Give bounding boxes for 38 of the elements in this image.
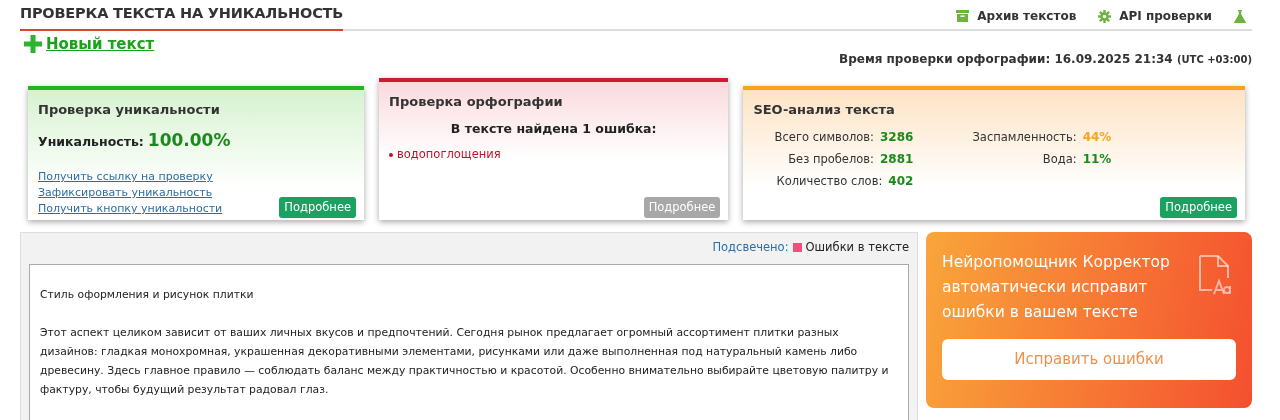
check-time-text: Время проверки орфографии: 16.09.2025 21:34 (UTC +03:00) xyxy=(839,51,1252,68)
gear-icon[interactable] xyxy=(1098,9,1112,23)
uniqueness-link[interactable]: Зафиксировать уникальность xyxy=(38,185,213,201)
page-title: ПРОВЕРКА ТЕКСТА НА УНИКАЛЬНОСТЬ xyxy=(20,0,344,31)
stat-value: 3286 xyxy=(879,128,914,146)
text-editor[interactable] xyxy=(29,264,909,420)
details-button[interactable]: Подробнее xyxy=(1160,196,1237,218)
new-text-link[interactable]: Новый текст xyxy=(46,32,155,55)
stat-label: Без пробелов: xyxy=(788,150,874,168)
card-title: Проверка орфографии xyxy=(389,93,564,111)
stat-value: 2881 xyxy=(879,150,914,168)
stat-label: Количество слов: xyxy=(776,172,883,190)
stat-value: 44% xyxy=(1082,128,1112,146)
uniqueness-label: Уникальность: xyxy=(38,132,144,151)
promo-text: Нейропомощник Корректор автоматически исправит ошибки в вашем тексте xyxy=(942,252,1171,323)
uniqueness-link[interactable]: Получить кнопку уникальности xyxy=(38,201,223,217)
archive-box-icon[interactable] xyxy=(956,10,970,22)
text-paragraph: Стиль оформления и рисунок плитки xyxy=(40,287,255,304)
card-title: Проверка уникальности xyxy=(38,101,221,119)
details-button[interactable]: Подробнее xyxy=(279,196,357,218)
error-summary: В тексте найдена 1 ошибка: xyxy=(449,119,658,138)
card-title: SEO-анализ текста xyxy=(753,101,896,119)
plus-icon[interactable] xyxy=(24,34,42,53)
uniqueness-link[interactable]: Получить ссылку на проверку xyxy=(38,169,213,185)
text-paragraph: Этот аспект целиком зависит от ваших личных вкусов и предпочтений. Сегодня рынок предлагает огромный ассортимент плитки разных дизайнов: гладкая монохромная, украшенная декоративными элементами, рисунками или даже выполненная под натуральный камень либо древесину. Здесь главное правило — соблюдать баланс между практичностью и красотой. Особенно внимательно выбирайте цветовую палитру и фактуру, чтобы будущий результат радовал глаз. xyxy=(40,325,890,399)
stat-value: 11% xyxy=(1082,150,1112,168)
stat-label: Заспамленность: xyxy=(972,128,1077,146)
header-link[interactable]: Архив текстов xyxy=(956,7,1077,25)
stat-value: 402 xyxy=(888,172,914,190)
flask-icon[interactable] xyxy=(1234,9,1246,23)
highlight-label: Подсвечено: xyxy=(712,239,789,256)
uniqueness-value: 100.00% xyxy=(147,128,231,152)
stat-label: Всего символов: xyxy=(774,128,874,146)
legend-label: Ошибки в тексте xyxy=(805,239,909,256)
error-word: водопоглощения xyxy=(397,146,501,164)
stat-label: Вода: xyxy=(1042,150,1077,168)
bullet-icon xyxy=(389,152,394,157)
header-link[interactable]: API проверки xyxy=(1098,7,1212,25)
